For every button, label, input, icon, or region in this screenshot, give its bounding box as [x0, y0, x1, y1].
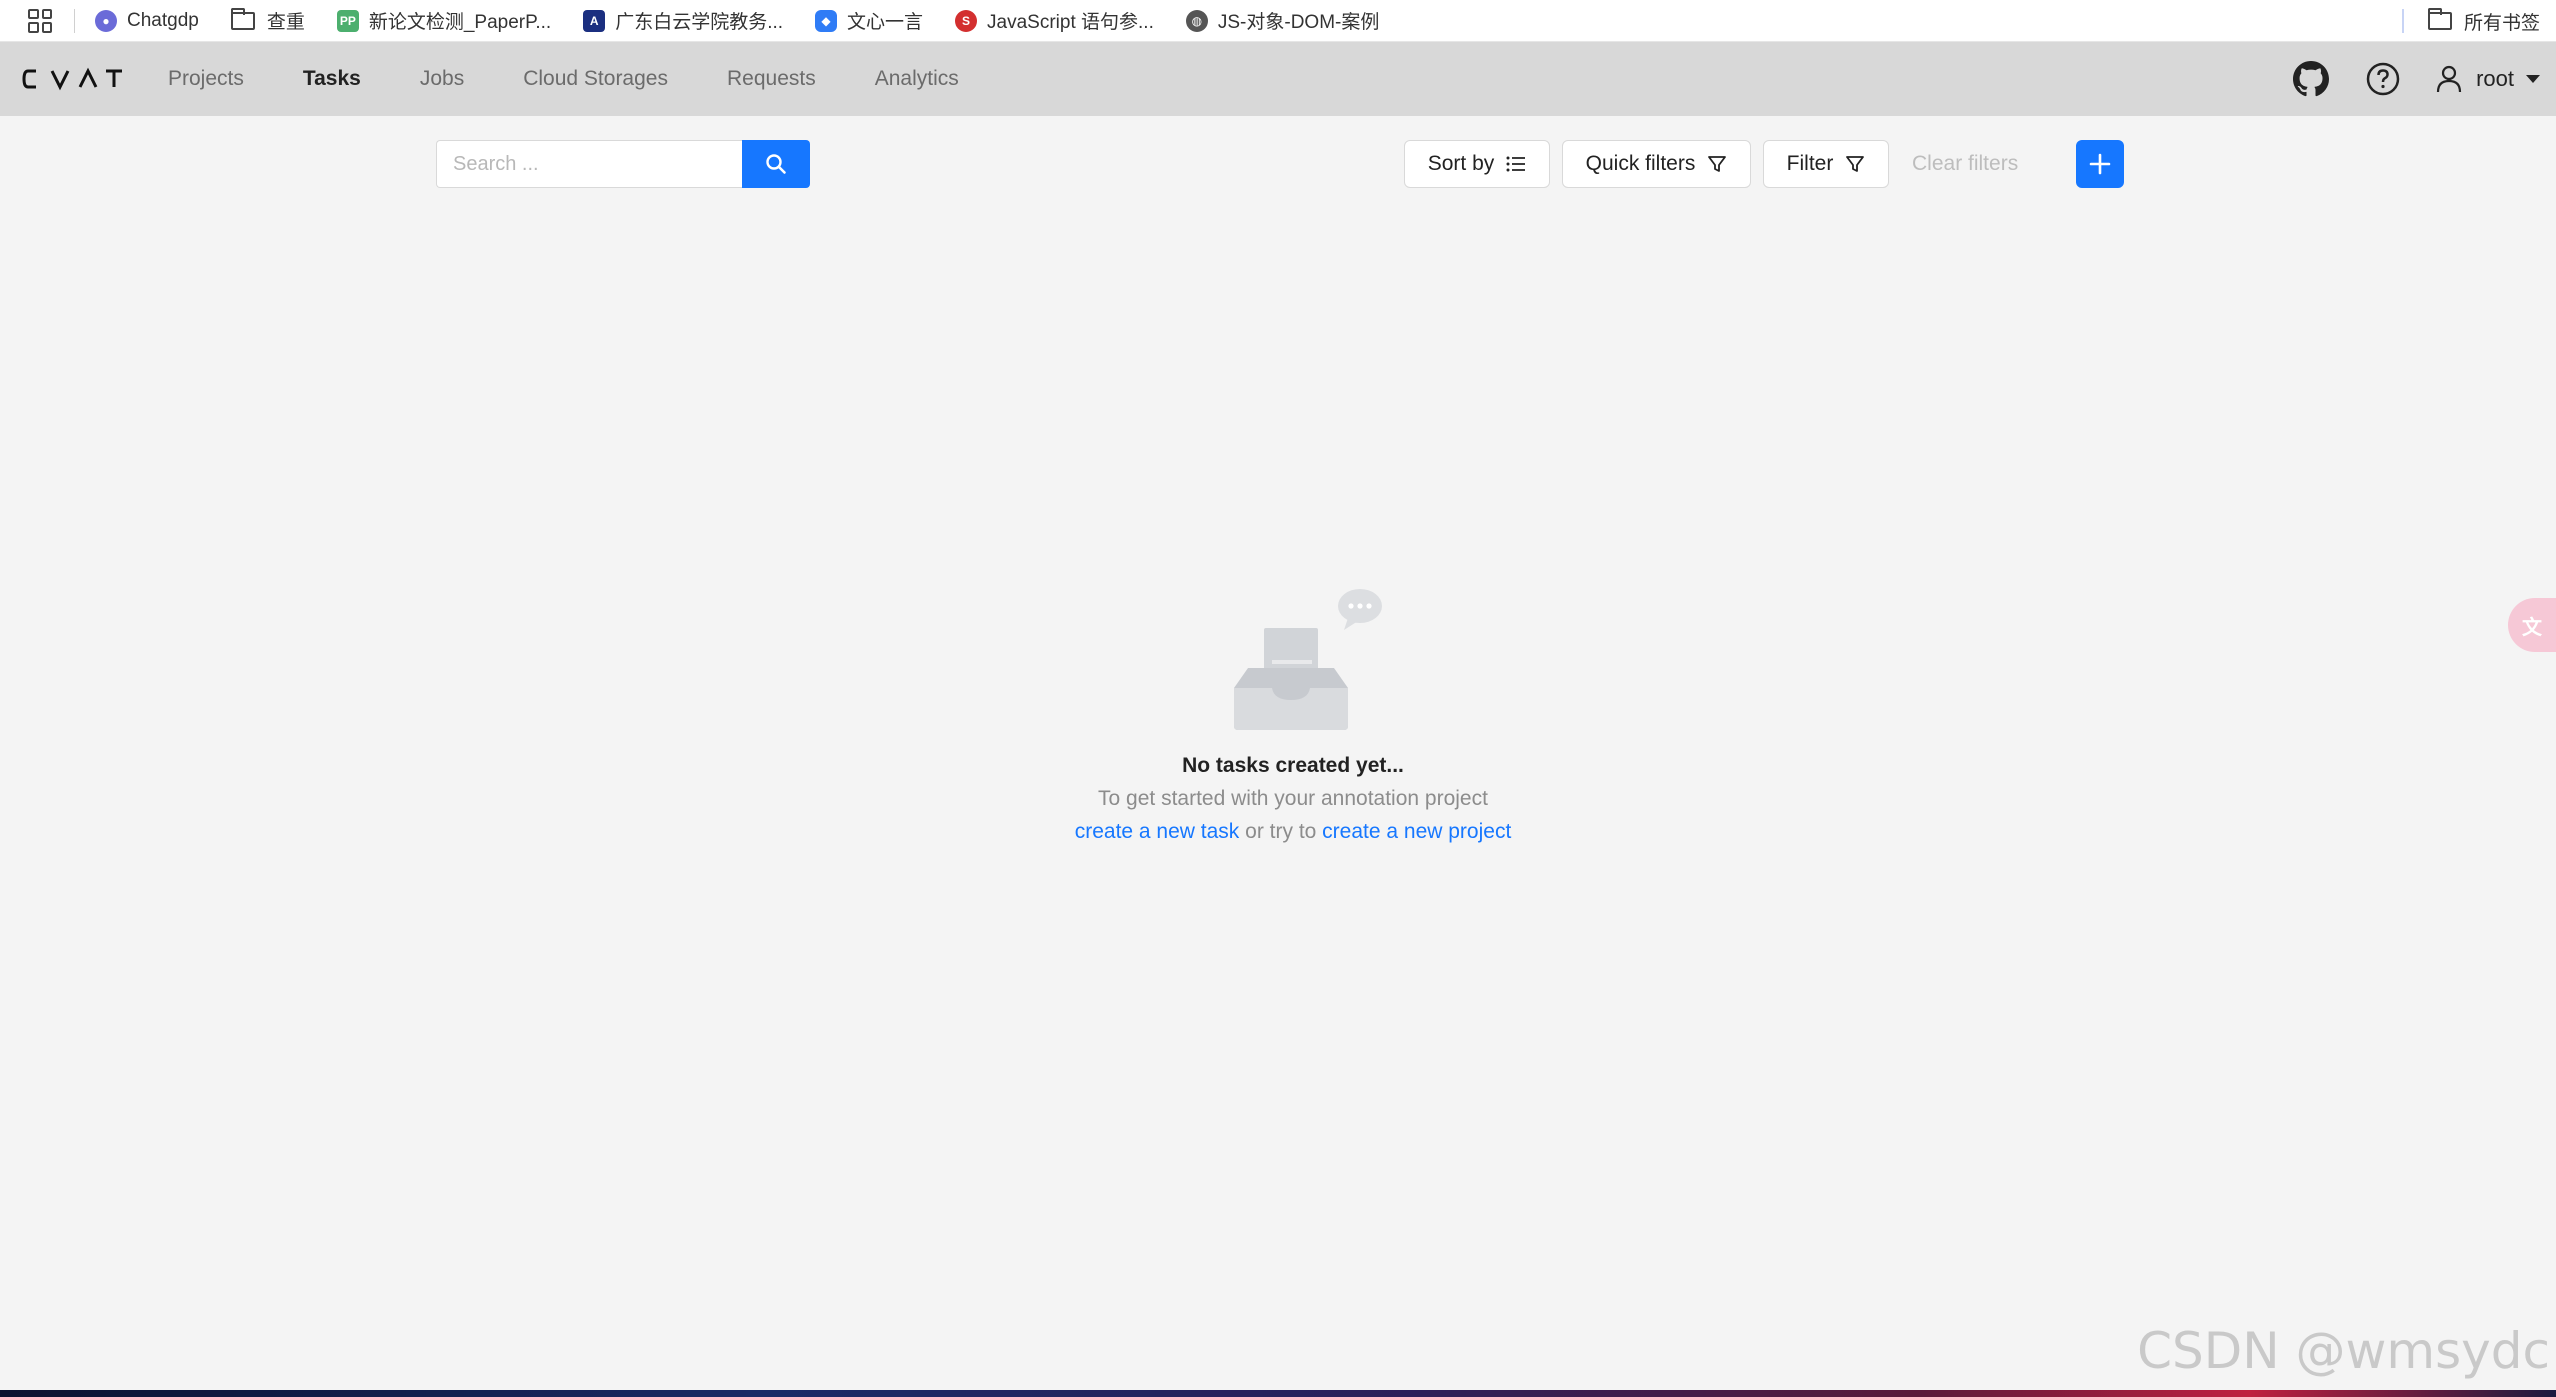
bookmarks-divider	[2401, 9, 2404, 33]
bookmark-school[interactable]: A 广东白云学院教务...	[583, 7, 783, 34]
search-button[interactable]	[742, 140, 810, 188]
wenxin-icon: ◆	[815, 9, 838, 32]
school-icon: A	[583, 9, 606, 32]
sort-list-icon	[1506, 156, 1526, 172]
bookmark-label: 文心一言	[847, 12, 924, 33]
sort-by-button[interactable]: Sort by	[1404, 140, 1550, 188]
user-menu[interactable]: root	[2436, 65, 2540, 93]
username: root	[2476, 66, 2514, 91]
create-new-task-link[interactable]: create a new task	[1075, 820, 1240, 843]
create-task-button[interactable]	[2076, 140, 2124, 188]
chatgpt-icon: ●	[95, 9, 117, 32]
filter-label: Filter	[1786, 152, 1834, 175]
taskbar-strip	[0, 1390, 2556, 1397]
main-nav: Projects Tasks Jobs Cloud Storages Reque…	[168, 67, 1018, 91]
funnel-icon	[1846, 156, 1865, 172]
empty-description: To get started with your annotation proj…	[1098, 787, 1488, 810]
bookmark-js-dom[interactable]: ◍ JS-对象-DOM-案例	[1185, 7, 1380, 34]
empty-links: create a new task or try to create a new…	[0, 820, 2556, 844]
cvat-logo[interactable]	[22, 67, 122, 91]
globe-icon: ◍	[1185, 9, 1208, 32]
search-icon	[766, 154, 786, 174]
bookmark-label: 查重	[266, 12, 305, 33]
help-icon[interactable]	[2364, 60, 2402, 98]
all-bookmarks-label: 所有书签	[2463, 12, 2540, 34]
nav-requests[interactable]: Requests	[727, 67, 816, 91]
github-icon[interactable]	[2292, 60, 2330, 98]
search-bar	[436, 140, 810, 188]
search-input[interactable]	[436, 140, 742, 188]
bookmark-chatgdp[interactable]: ● Chatgdp	[95, 9, 199, 32]
folder-icon	[230, 7, 255, 30]
javascript-icon: S	[955, 9, 978, 32]
bookmark-label: 新论文检测_PaperP...	[368, 12, 552, 33]
nav-jobs[interactable]: Jobs	[420, 67, 464, 91]
paperpass-icon: PP	[336, 9, 359, 32]
filter-button[interactable]: Filter	[1763, 140, 1889, 188]
empty-inbox-illustration	[1234, 589, 1382, 730]
sort-by-label: Sort by	[1427, 152, 1495, 175]
bookmark-label: JS-对象-DOM-案例	[1217, 12, 1380, 33]
quick-filters-button[interactable]: Quick filters	[1562, 140, 1751, 188]
quick-filters-label: Quick filters	[1585, 152, 1696, 175]
apps-grid-icon[interactable]	[28, 8, 52, 33]
bookmarks-bar: ● Chatgdp 查重 PP 新论文检测_PaperP... A 广东白云学院…	[0, 0, 2556, 42]
bookmarks-divider	[74, 8, 75, 33]
nav-analytics[interactable]: Analytics	[875, 67, 959, 91]
translate-widget[interactable]: 文	[2508, 598, 2556, 652]
bookmark-label: JavaScript 语句参...	[987, 12, 1154, 33]
watermark: CSDN @wmsydc	[2137, 1322, 2550, 1380]
create-new-project-link[interactable]: create a new project	[1322, 820, 1511, 843]
clear-filters-button[interactable]: Clear filters	[1912, 152, 2018, 176]
empty-title: No tasks created yet...	[1182, 754, 1404, 777]
nav-cloud-storages[interactable]: Cloud Storages	[523, 67, 668, 91]
all-bookmarks[interactable]: 所有书签	[2401, 0, 2540, 42]
header-actions: root	[2292, 42, 2556, 116]
folder-icon	[2427, 8, 2452, 30]
user-icon	[2436, 65, 2462, 93]
plus-icon	[2089, 153, 2111, 175]
bookmark-label: 广东白云学院教务...	[615, 12, 784, 33]
bookmark-javascript[interactable]: S JavaScript 语句参...	[955, 7, 1154, 34]
funnel-icon	[1708, 156, 1727, 172]
bookmark-chachong[interactable]: 查重	[230, 7, 305, 34]
bookmark-wenxin[interactable]: ◆ 文心一言	[815, 7, 923, 34]
bookmark-paperpass[interactable]: PP 新论文检测_PaperP...	[336, 7, 552, 34]
app-header: Projects Tasks Jobs Cloud Storages Reque…	[0, 42, 2556, 116]
empty-links-middle: or try to	[1239, 820, 1323, 843]
bookmark-label: Chatgdp	[127, 9, 199, 31]
translate-icon: 文	[2522, 616, 2542, 639]
nav-projects[interactable]: Projects	[168, 67, 244, 91]
caret-down-icon	[2526, 75, 2540, 83]
nav-tasks[interactable]: Tasks	[303, 67, 361, 91]
